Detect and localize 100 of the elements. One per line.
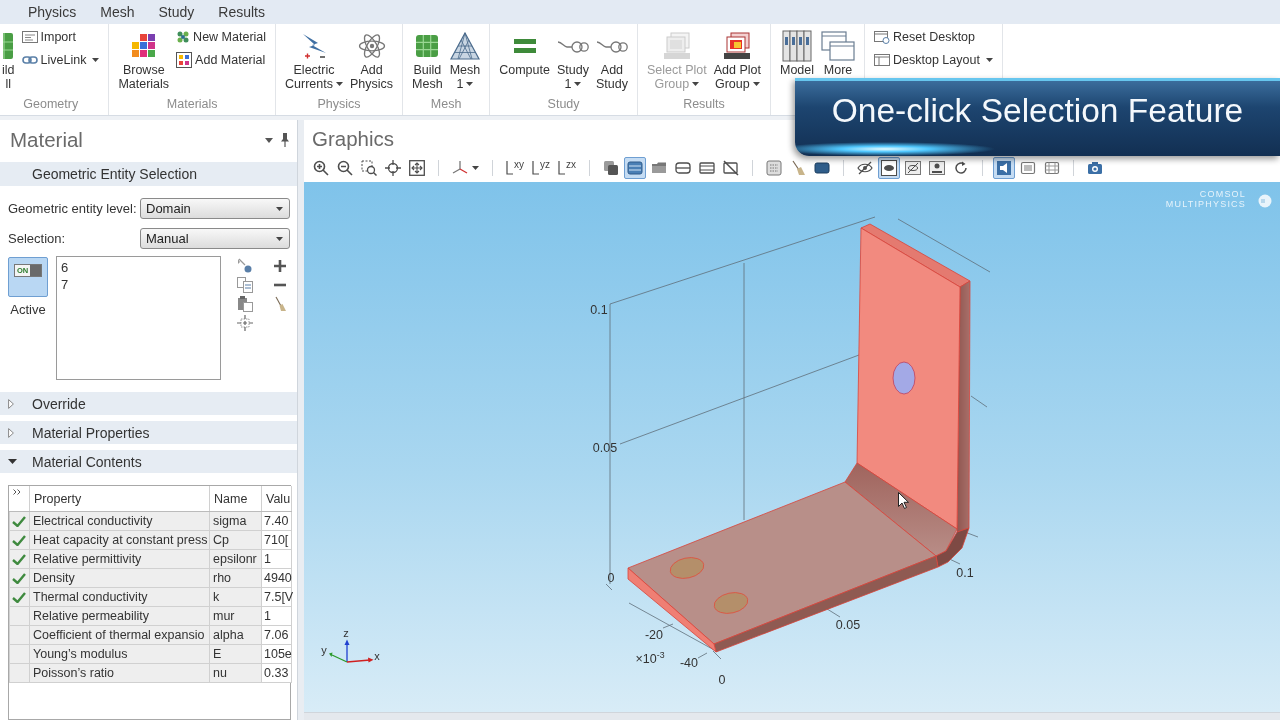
pin-icon[interactable] (281, 133, 289, 147)
glasses-icon (595, 39, 628, 53)
group-label: Mesh (430, 96, 462, 113)
logo-text: COMSOL (1199, 189, 1246, 199)
ribbon-tab[interactable]: Physics (16, 0, 89, 24)
striped-box-icon (627, 160, 643, 176)
toolbar-button[interactable] (382, 157, 404, 179)
toolbar-button[interactable] (993, 157, 1015, 179)
section-header[interactable]: Override (0, 392, 297, 415)
ribbon-button[interactable]: Study 1 (554, 28, 591, 91)
zoom-out-icon (337, 160, 353, 176)
caret-icon (574, 82, 582, 87)
axis-tick-label: 0.1 (590, 303, 608, 317)
double-chevron-icon[interactable] (12, 489, 21, 495)
toolbar-button[interactable]: xy (503, 157, 527, 179)
split-box-icon (675, 160, 691, 176)
binders-icon (782, 30, 812, 62)
triangle-right-icon (8, 398, 14, 409)
ribbon-button[interactable]: Browse Materials (116, 28, 172, 91)
ribbon-button[interactable]: New Material (174, 28, 269, 46)
crosshair-icon[interactable] (237, 315, 253, 331)
axis-triad-icon (328, 638, 374, 664)
caret-icon (276, 206, 283, 211)
selection-list[interactable]: 6 7 (56, 256, 221, 380)
triangle-down-icon (8, 459, 17, 464)
triangle-right-icon (8, 427, 14, 438)
axis-tick-label: 0 (718, 673, 726, 687)
section-header[interactable]: Material Contents (0, 450, 297, 473)
add-icon[interactable] (272, 258, 288, 274)
camera-icon (1087, 160, 1103, 176)
ribbon-button[interactable]: Add Physics (348, 28, 396, 91)
ribbon-tab[interactable]: Mesh (88, 0, 147, 24)
equals-icon (513, 39, 536, 53)
plane-bracket-icon (532, 161, 539, 175)
caret-icon (276, 236, 283, 241)
molecule-icon (176, 30, 191, 44)
ribbon-button[interactable]: Mesh 1 (447, 28, 483, 91)
ribbon-button[interactable]: More (819, 28, 858, 78)
column-header[interactable]: Property (29, 486, 210, 512)
list-item[interactable]: 7 (61, 276, 69, 293)
section-header[interactable]: Material Properties (0, 421, 297, 444)
axis-tick-label: -40 (679, 656, 699, 670)
zoom-in-icon (313, 160, 329, 176)
ribbon-button[interactable]: Add Study (593, 28, 630, 91)
toolbar-button[interactable] (358, 157, 380, 179)
color-tiles-icon (130, 33, 157, 59)
dropdown-field[interactable]: Domain (140, 198, 290, 219)
column-header[interactable]: Name (209, 486, 262, 512)
ribbon-button[interactable]: Import (19, 28, 102, 46)
axis-tick-label: 0.1 (956, 566, 974, 580)
axis-tick-label: 0 (607, 571, 615, 585)
windows-icon (821, 31, 856, 61)
zoom-box-icon (361, 160, 377, 176)
ribbon-button[interactable]: ild ll (0, 28, 17, 91)
field-label: Selection: (8, 231, 67, 246)
list-item[interactable]: 6 (61, 259, 69, 276)
section-title: Geometric Entity Selection (0, 162, 297, 186)
axis-tick-label: ×10$^{-3}$ (635, 649, 665, 667)
broom-icon (790, 160, 806, 176)
toolbar-button[interactable] (406, 157, 428, 179)
caret-icon (336, 82, 343, 87)
ribbon-button[interactable]: Add Plot Group (711, 28, 763, 91)
folder-icon (651, 160, 667, 176)
group-label: Geometry (23, 96, 79, 113)
stacked-squares-icon (603, 160, 619, 176)
axis-tick-label: 0.05 (835, 618, 861, 632)
caret-icon[interactable] (265, 137, 273, 143)
axes-icon (452, 160, 468, 176)
ribbon-button[interactable]: Compute (497, 28, 552, 78)
mouse-pointer-icon (898, 492, 909, 509)
link-icon (21, 55, 38, 65)
window-icon (1020, 160, 1036, 176)
caret-icon (472, 166, 479, 170)
reset-window-icon (874, 30, 891, 44)
ribbon-button[interactable]: Add Material (174, 51, 269, 69)
toolbar-button[interactable]: yz (529, 157, 553, 179)
cube-icon (415, 34, 440, 58)
toolbar-button[interactable]: zx (555, 157, 579, 179)
ribbon-button[interactable]: LiveLink (19, 51, 102, 69)
ribbon-tab[interactable]: Study (146, 0, 207, 24)
graphics-canvas[interactable]: 0.1 0.05 0 0.1 0.05 -20 ×10$^{-3}$ -40 0 z y x COMSOL MULTIPHYSICS (304, 182, 1280, 712)
cursor-dot-icon[interactable] (237, 258, 253, 274)
dropdown-field[interactable]: Manual (140, 228, 290, 249)
ribbon-button[interactable]: Electric Currents (283, 28, 345, 91)
color-grid-icon (176, 52, 193, 68)
ribbon-button[interactable]: Reset Desktop (872, 28, 995, 46)
group-label: Materials (166, 96, 218, 113)
column-header[interactable]: Valu (261, 486, 292, 512)
axis-label: z (343, 627, 349, 639)
group-label: Physics (317, 96, 361, 113)
ribbon-button[interactable]: Model (778, 28, 817, 78)
group-label: Results (683, 96, 725, 113)
import-icon (21, 31, 38, 43)
ribbon-button[interactable]: Desktop Layout (872, 51, 995, 69)
toolbar-button[interactable] (878, 157, 900, 179)
copy-list-icon[interactable] (237, 277, 253, 293)
ribbon-button[interactable]: Build Mesh (410, 28, 445, 91)
clipboard-icon[interactable] (237, 296, 253, 312)
ribbon-tab[interactable]: Results (206, 0, 277, 24)
axis-label: x (374, 650, 380, 662)
